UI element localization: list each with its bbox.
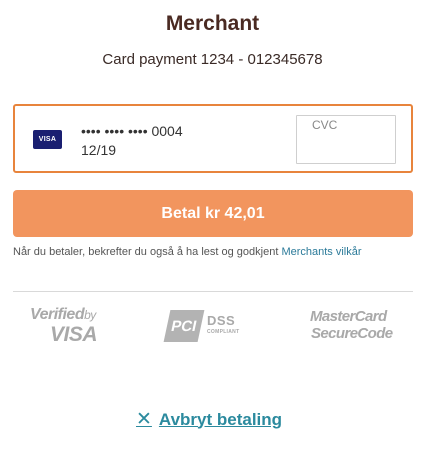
- pci-mark: PCI: [163, 310, 205, 342]
- card-expiry: 12/19: [81, 142, 117, 158]
- card-details-box[interactable]: VISA •••• •••• •••• 0004 12/19 CVC: [13, 104, 413, 173]
- mastercard-line2: SecureCode: [311, 325, 393, 342]
- terms-statement: Når du betaler, bekrefter du også å ha l…: [13, 246, 282, 258]
- pci-dss-label: DSS: [207, 313, 236, 328]
- pci-dss-logo: PCI DSS COMPLIANT: [163, 310, 259, 348]
- pay-button[interactable]: Betal kr 42,01: [13, 190, 413, 237]
- verified-by-visa-line1: Verified: [30, 306, 85, 323]
- visa-card-icon: VISA: [33, 130, 62, 149]
- payment-description: Card payment 1234 - 012345678: [102, 51, 323, 68]
- cancel-label: Avbryt betaling: [158, 409, 283, 429]
- merchant-title: Merchant: [165, 12, 260, 35]
- card-number: •••• •••• •••• 0004: [81, 123, 183, 139]
- pci-compliant-label: COMPLIANT: [207, 329, 240, 335]
- verified-by-visa-logo: Verifiedby VISA: [30, 306, 122, 348]
- divider: [13, 291, 413, 292]
- mastercard-securecode-logo: MasterCard SecureCode: [310, 308, 400, 348]
- mastercard-line1: MasterCard: [310, 308, 387, 325]
- security-logos: Verifiedby VISA PCI DSS COMPLIANT Master…: [0, 306, 425, 354]
- cancel-payment-link[interactable]: ✕ Avbryt betaling: [136, 408, 282, 431]
- verified-by-visa-line2: VISA: [50, 323, 98, 346]
- terms-text: Når du betaler, bekrefter du også å ha l…: [13, 246, 418, 258]
- cvc-input[interactable]: CVC: [296, 115, 396, 164]
- verified-by-visa-by: by: [84, 308, 96, 322]
- cvc-placeholder: CVC: [312, 118, 338, 132]
- close-icon: ✕: [136, 409, 152, 430]
- merchant-terms-link[interactable]: Merchants vilkår: [281, 246, 361, 258]
